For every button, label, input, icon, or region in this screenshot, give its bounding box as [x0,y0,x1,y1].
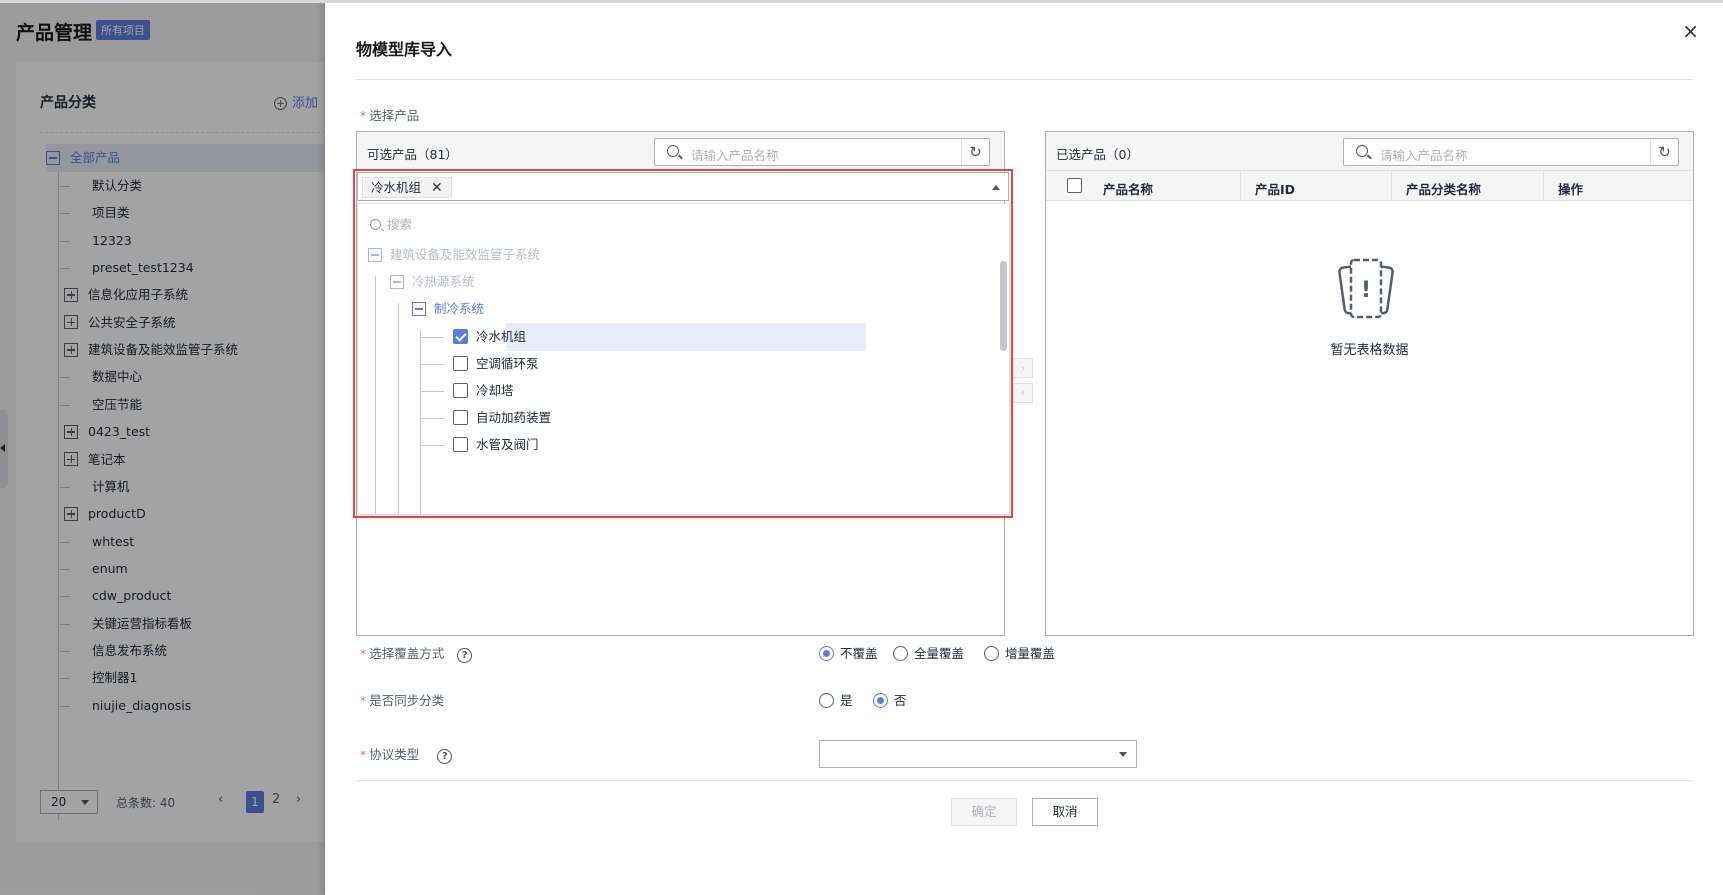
option-label: 否 [894,693,907,708]
transfer-right-button[interactable]: › [1013,358,1033,378]
label-text: 选择产品 [369,108,420,123]
col-actions[interactable]: 操作 [1558,179,1583,198]
required-mark: * [360,747,367,762]
col-product-name[interactable]: 产品名称 [1103,179,1153,198]
empty-text: 暂无表格数据 [1330,343,1409,358]
available-search-input[interactable]: 请输入产品名称 ↻ [654,138,990,166]
selected-products-title: 已选产品（0） [1056,147,1139,162]
overwrite-label: * 选择覆盖方式 ? [360,643,473,663]
modal-overlay[interactable] [0,0,325,895]
radio-icon[interactable] [873,693,888,708]
table-header: 产品名称 产品ID 产品分类名称 操作 [1046,171,1693,201]
required-mark: * [360,108,367,123]
confirm-button[interactable]: 确定 [951,798,1017,826]
option-label: 是 [840,693,853,708]
selected-search-input[interactable]: 请输入产品名称 ↻ [1343,138,1679,166]
col-divider [1240,171,1241,201]
radio-full-overwrite[interactable]: 全量覆盖 [893,643,964,662]
radio-no-overwrite[interactable]: 不覆盖 [819,643,878,662]
radio-sync-yes[interactable]: 是 [819,690,853,709]
title-divider [356,79,1693,80]
radio-sync-no[interactable]: 否 [873,690,907,709]
help-icon[interactable]: ? [457,648,473,663]
available-products-title: 可选产品（81） [367,147,458,162]
highlight-frame [353,169,1013,518]
search-placeholder: 请输入产品名称 [691,148,779,163]
search-placeholder: 请输入产品名称 [1380,148,1468,163]
radio-icon[interactable] [819,646,834,661]
sync-category-label: * 是否同步分类 [360,690,444,709]
empty-data-icon: ! [1338,258,1394,319]
footer-divider [356,780,1693,781]
refresh-icon[interactable]: ↻ [961,139,989,165]
option-label: 全量覆盖 [914,646,965,661]
radio-icon[interactable] [984,646,999,661]
cancel-button[interactable]: 取消 [1032,798,1098,826]
refresh-icon[interactable]: ↻ [1650,139,1678,165]
top-border [0,0,1723,3]
select-product-label: * 选择产品 [360,105,419,124]
col-product-id[interactable]: 产品ID [1255,179,1295,198]
search-icon [1356,145,1368,157]
protocol-select[interactable] [819,740,1137,768]
label-text: 选择覆盖方式 [369,646,445,661]
required-mark: * [360,646,367,661]
panel-header: 可选产品（81） 请输入产品名称 ↻ [357,132,1004,171]
option-label: 不覆盖 [840,646,878,661]
radio-incremental-overwrite[interactable]: 增量覆盖 [984,643,1055,662]
search-icon [667,145,679,157]
select-all-checkbox[interactable] [1067,178,1082,193]
col-category-name[interactable]: 产品分类名称 [1406,179,1481,198]
col-divider [1391,171,1392,201]
svg-text:!: ! [1361,278,1371,303]
radio-icon[interactable] [819,693,834,708]
drawer-title: 物模型库导入 [356,40,453,59]
transfer-left-button[interactable]: ‹ [1013,383,1033,403]
caret-down-icon [1119,752,1127,757]
col-divider [1543,171,1544,201]
close-icon[interactable]: × [1682,19,1699,43]
label-text: 协议类型 [369,747,420,762]
required-mark: * [360,693,367,708]
radio-icon[interactable] [893,646,908,661]
option-label: 增量覆盖 [1005,646,1056,661]
protocol-label: * 协议类型 ? [360,744,453,764]
label-text: 是否同步分类 [369,693,445,708]
selected-products-panel: 已选产品（0） 请输入产品名称 ↻ 产品名称 产品ID 产品分类名称 操作 ! … [1045,131,1694,636]
panel-header: 已选产品（0） 请输入产品名称 ↻ [1046,132,1693,171]
help-icon[interactable]: ? [437,749,453,764]
